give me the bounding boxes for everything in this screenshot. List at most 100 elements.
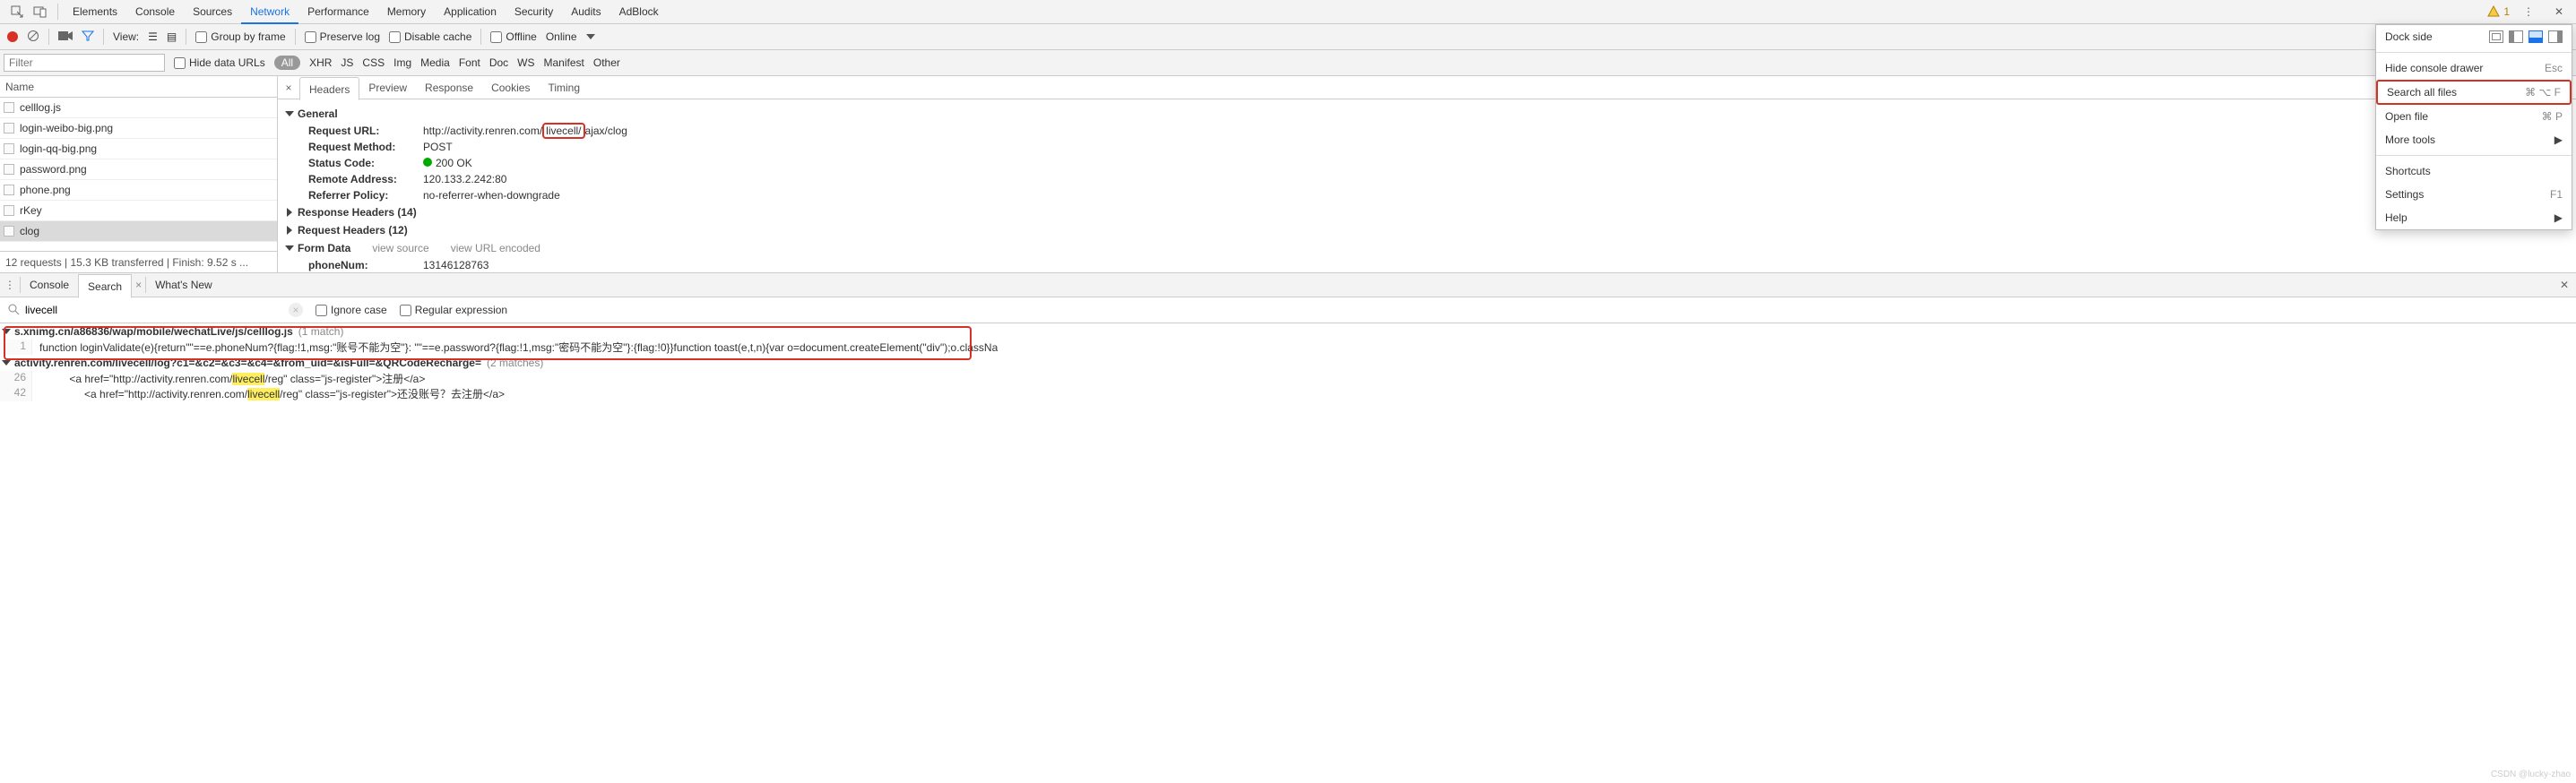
drawer-tab-console[interactable]: Console	[21, 273, 78, 297]
tab-console[interactable]: Console	[126, 0, 184, 24]
regex-checkbox[interactable]: Regular expression	[400, 304, 507, 316]
request-item[interactable]: celllog.js	[0, 98, 277, 118]
separator	[295, 29, 296, 45]
view-overview-icon[interactable]: ▤	[167, 30, 177, 43]
throttling-dropdown-icon[interactable]	[586, 34, 595, 39]
result-line[interactable]: 26 <a href="http://activity.renren.com/l…	[0, 371, 2576, 386]
close-details-icon[interactable]: ×	[278, 82, 299, 94]
tab-adblock[interactable]: AdBlock	[610, 0, 668, 24]
request-item[interactable]: phone.png	[0, 180, 277, 201]
view-source-link[interactable]: view source	[372, 240, 428, 256]
hide-data-urls-checkbox[interactable]: Hide data URLs	[174, 56, 265, 69]
menu-help[interactable]: Help▶	[2376, 206, 2572, 229]
tab-security[interactable]: Security	[506, 0, 562, 24]
drawer-more-icon[interactable]: ⋮	[0, 279, 20, 291]
tab-response[interactable]: Response	[416, 76, 482, 99]
clear-search-icon[interactable]: ×	[289, 303, 303, 317]
request-item[interactable]: login-weibo-big.png	[0, 118, 277, 139]
record-button[interactable]	[7, 31, 18, 42]
filter-input[interactable]	[4, 54, 165, 72]
separator	[103, 29, 104, 45]
drawer-tab-close-icon[interactable]: ×	[132, 279, 145, 291]
menu-hide-drawer[interactable]: Hide console drawerEsc	[2376, 56, 2572, 80]
tab-performance[interactable]: Performance	[298, 0, 378, 24]
offline-checkbox[interactable]: Offline	[490, 30, 536, 43]
inspect-icon[interactable]	[5, 2, 29, 22]
ignore-case-checkbox[interactable]: Ignore case	[316, 304, 387, 316]
close-devtools-icon[interactable]: ✕	[2547, 2, 2571, 22]
group-by-frame-checkbox[interactable]: Group by frame	[195, 30, 285, 43]
preserve-log-checkbox[interactable]: Preserve log	[305, 30, 380, 43]
filter-type-ws[interactable]: WS	[517, 56, 534, 69]
device-toggle-icon[interactable]	[29, 2, 52, 22]
tab-memory[interactable]: Memory	[378, 0, 435, 24]
filter-type-xhr[interactable]: XHR	[309, 56, 332, 69]
section-request-headers[interactable]: Request Headers (12)	[287, 221, 2567, 239]
filter-icon[interactable]	[82, 30, 94, 45]
submenu-arrow-icon: ▶	[2554, 211, 2563, 224]
filter-type-img[interactable]: Img	[393, 56, 411, 69]
disable-cache-checkbox[interactable]: Disable cache	[389, 30, 471, 43]
drawer-tab-whatsnew[interactable]: What's New	[146, 273, 221, 297]
filter-type-css[interactable]: CSS	[362, 56, 385, 69]
section-response-headers[interactable]: Response Headers (14)	[287, 203, 2567, 221]
section-form-data[interactable]: Form Data view source view URL encoded	[287, 239, 2567, 257]
warning-badge[interactable]: 1	[2487, 5, 2510, 18]
file-icon	[4, 102, 14, 113]
view-list-icon[interactable]: ☰	[148, 30, 158, 43]
request-item[interactable]: rKey	[0, 201, 277, 221]
menu-more-tools[interactable]: More tools▶	[2376, 128, 2572, 151]
filter-type-doc[interactable]: Doc	[489, 56, 508, 69]
submenu-arrow-icon: ▶	[2554, 133, 2563, 146]
drawer-tab-search[interactable]: Search	[78, 274, 132, 298]
request-item[interactable]: login-qq-big.png	[0, 139, 277, 159]
file-icon	[4, 226, 14, 237]
result-line[interactable]: 1function loginValidate(e){return""==e.p…	[0, 340, 2576, 355]
filter-type-all[interactable]: All	[274, 56, 300, 70]
menu-open-file[interactable]: Open file⌘ P	[2376, 105, 2572, 128]
more-icon[interactable]: ⋮	[2517, 2, 2540, 22]
search-input[interactable]	[25, 301, 283, 319]
dock-undock-icon[interactable]	[2489, 30, 2503, 43]
filter-type-js[interactable]: JS	[341, 56, 353, 69]
filter-type-font[interactable]: Font	[459, 56, 480, 69]
filter-type-manifest[interactable]: Manifest	[544, 56, 584, 69]
filter-type-media[interactable]: Media	[420, 56, 450, 69]
request-list-header-name[interactable]: Name	[0, 76, 277, 98]
dock-bottom-icon[interactable]	[2528, 30, 2543, 43]
result-file[interactable]: s.xnimg.cn/a86836/wap/mobile/wechatLive/…	[0, 323, 2576, 340]
highlight-livecell: livecell/	[542, 123, 584, 139]
menu-shortcuts[interactable]: Shortcuts	[2376, 159, 2572, 183]
network-pane: Name celllog.js login-weibo-big.png logi…	[0, 76, 2576, 273]
section-general[interactable]: General	[287, 105, 2567, 123]
tab-cookies[interactable]: Cookies	[482, 76, 539, 99]
dock-right-icon[interactable]	[2548, 30, 2563, 43]
tab-timing[interactable]: Timing	[539, 76, 589, 99]
tab-audits[interactable]: Audits	[562, 0, 609, 24]
tab-elements[interactable]: Elements	[64, 0, 126, 24]
row-status-code: Status Code:200 OK	[287, 155, 2567, 171]
tab-sources[interactable]: Sources	[184, 0, 241, 24]
result-file[interactable]: activity.renren.com/livecell/log?c1=&c2=…	[0, 355, 2576, 371]
row-request-url: Request URL: http://activity.renren.com/…	[287, 123, 2567, 139]
filter-type-other[interactable]: Other	[593, 56, 620, 69]
request-item[interactable]: password.png	[0, 159, 277, 180]
search-highlight: livecell	[232, 373, 264, 385]
clear-icon[interactable]	[27, 30, 39, 45]
request-item[interactable]: clog	[0, 221, 277, 242]
view-url-encoded-link[interactable]: view URL encoded	[451, 240, 540, 256]
menu-separator	[2376, 155, 2572, 156]
online-label[interactable]: Online	[546, 30, 577, 43]
tab-preview[interactable]: Preview	[359, 76, 416, 99]
tab-headers[interactable]: Headers	[299, 77, 359, 100]
result-line[interactable]: 42 <a href="http://activity.renren.com/l…	[0, 386, 2576, 401]
search-icon	[7, 303, 20, 318]
tab-application[interactable]: Application	[435, 0, 506, 24]
dock-left-icon[interactable]	[2509, 30, 2523, 43]
drawer-close-icon[interactable]: ✕	[2553, 279, 2576, 291]
row-request-method: Request Method:POST	[287, 139, 2567, 155]
camera-icon[interactable]	[58, 30, 73, 44]
tab-network[interactable]: Network	[241, 0, 298, 24]
menu-settings[interactable]: SettingsF1	[2376, 183, 2572, 206]
menu-search-all-files[interactable]: Search all files⌘ ⌥ F	[2376, 80, 2572, 105]
